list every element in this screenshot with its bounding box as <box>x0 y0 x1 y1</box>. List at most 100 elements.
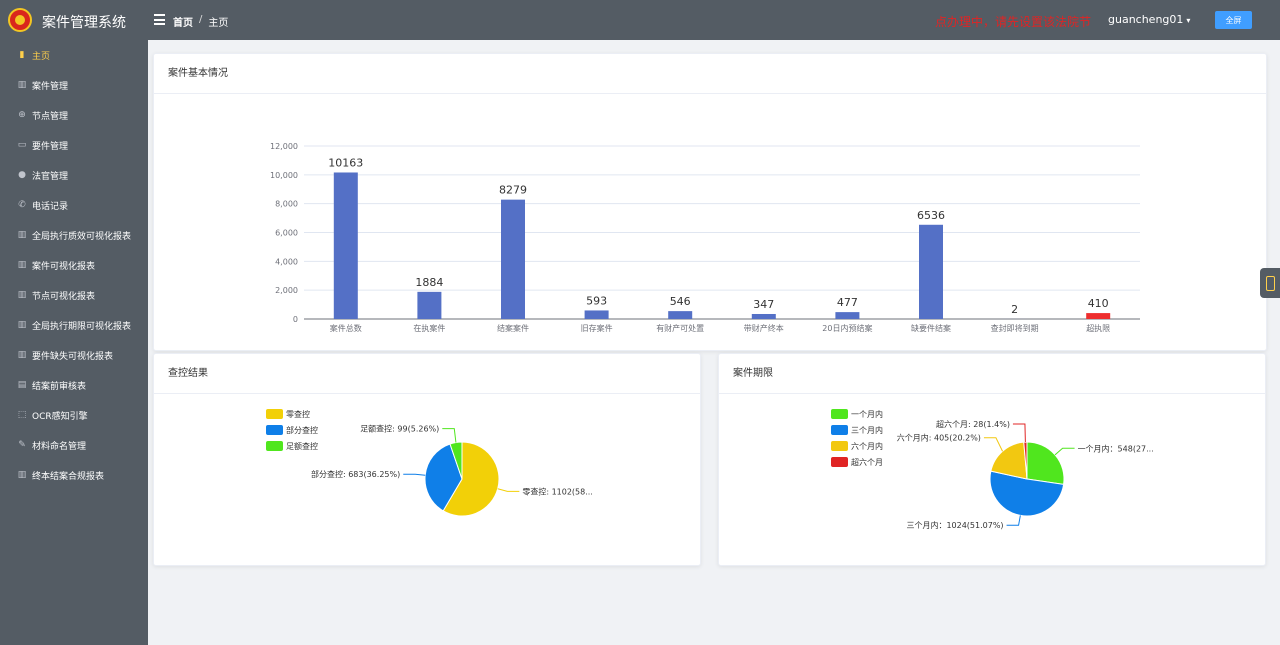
sidebar-item-label: 电话记录 <box>32 201 69 212</box>
pie-slice-0 <box>1026 441 1065 485</box>
breadcrumb-separator: / <box>199 14 203 25</box>
y-tick-label: 8,000 <box>275 200 298 209</box>
pie-label-line <box>497 488 520 492</box>
sidebar-item-8[interactable]: ▥ 节点可视化报表 <box>0 280 148 310</box>
sidebar-item-13[interactable]: ✎ 材料命名管理 <box>0 430 148 460</box>
bar-chart-icon: ▥ <box>17 230 27 240</box>
edit-icon: ✎ <box>18 440 26 450</box>
sidebar-item-3[interactable]: ▭ 要件管理 <box>0 130 148 160</box>
y-tick-label: 12,000 <box>270 142 298 151</box>
chevron-down-icon: ▾ <box>1186 16 1191 25</box>
legend-label: 足额查控 <box>286 441 318 451</box>
sidebar-item-label: 结案前审核表 <box>32 381 87 392</box>
sidebar-item-label: 要件管理 <box>32 141 69 152</box>
sidebar-item-label: 节点管理 <box>32 111 69 122</box>
legend-swatch <box>266 425 283 435</box>
bar-value-label: 2 <box>1011 303 1018 316</box>
legend-label: 零查控 <box>286 409 310 419</box>
breadcrumb: 首页 / 主页 <box>173 14 228 29</box>
control-result-pie-chart: 零查控部分查控足额查控零查控: 1102(58... 部分查控: 683(36.2… <box>266 409 593 517</box>
bar-0 <box>333 172 358 319</box>
sidebar-item-0[interactable]: ▮ 主页 <box>0 40 148 70</box>
x-tick-label: 结案案件 <box>497 323 529 333</box>
pie-label: 超六个月: 28(1.4%) <box>936 419 1010 429</box>
sidebar-item-14[interactable]: ▥ 终本结案合规报表 <box>0 460 148 490</box>
legend-label: 六个月内 <box>851 441 883 451</box>
legend-label: 一个月内 <box>851 409 883 419</box>
sidebar-item-5[interactable]: ✆ 电话记录 <box>0 190 148 220</box>
pie-label: 足额查控: 99(5.26%) <box>360 424 439 434</box>
bar-value-label: 546 <box>670 295 691 308</box>
pie-label: 六个月内: 405(20.2%) <box>897 433 981 443</box>
app-title: 案件管理系统 <box>42 15 126 31</box>
case-basic-card: 案件基本情况 0 2,000 4,000 6,000 8,000 10,000 12,000… <box>153 53 1267 351</box>
bar-chart-icon: ▥ <box>17 470 27 480</box>
sidebar-item-10[interactable]: ▥ 要件缺失可视化报表 <box>0 340 148 370</box>
phone-icon: ✆ <box>18 200 26 210</box>
legend-label: 超六个月 <box>851 457 883 467</box>
pie-label-line <box>442 428 457 443</box>
sidebar-item-label: 要件缺失可视化报表 <box>32 351 114 362</box>
sidebar-item-1[interactable]: ▥ 案件管理 <box>0 70 148 100</box>
bar-2 <box>501 199 525 319</box>
legend-swatch <box>831 409 848 419</box>
y-tick-label: 10,000 <box>270 171 298 180</box>
menu-toggle-icon[interactable] <box>154 14 165 25</box>
sidebar-item-12[interactable]: ⬚ OCR感知引擎 <box>0 400 148 430</box>
bar-3 <box>584 310 609 319</box>
sidebar-item-label: 案件可视化报表 <box>32 261 96 272</box>
x-tick-label: 案件总数 <box>330 323 362 333</box>
scan-icon: ⬚ <box>17 410 27 420</box>
sidebar-item-7[interactable]: ▥ 案件可视化报表 <box>0 250 148 280</box>
sidebar-item-4[interactable]: ● 法官管理 <box>0 160 148 190</box>
legend-label: 部分查控 <box>286 425 318 435</box>
fullscreen-button[interactable]: 全屏 <box>1215 11 1252 29</box>
pie-label-line <box>1012 423 1026 443</box>
legend-swatch <box>831 457 848 467</box>
breadcrumb-home-link[interactable]: 首页 <box>173 14 193 29</box>
library-icon: ▥ <box>17 80 27 90</box>
case-term-card: 案件期限 一个月内 三个月内 六个月内 超六个月 一个月内：548(27... 三个月内：… <box>718 353 1266 566</box>
pie-label: 三个月内：1024(51.07%) <box>906 520 1003 530</box>
sidebar-item-label: 主页 <box>32 51 51 62</box>
sidebar-item-label: 全局执行期限可视化报表 <box>32 321 132 332</box>
control-result-card: 查控结果 零查控 部分查控 足额查控 零查控: 1102(58... 部分查控: 683… <box>153 353 701 566</box>
sidebar-item-2[interactable]: ⊕ 节点管理 <box>0 100 148 130</box>
sidebar-item-label: 全局执行质效可视化报表 <box>32 231 132 242</box>
x-tick-label: 旧存案件 <box>581 323 613 333</box>
pie-label: 部分查控: 683(36.25%) <box>311 469 400 479</box>
x-tick-label: 缺要件结案 <box>911 323 951 333</box>
user-dropdown[interactable]: guancheng01 ▾ <box>1108 13 1190 26</box>
case-term-pie-chart: 一个月内三个月内六个月内超六个月 一个月内：548(27... 三个月内：1024(… <box>831 409 1154 530</box>
bar-value-label: 410 <box>1088 297 1109 310</box>
pie-label-line <box>983 437 1003 452</box>
court-node-notice: 点办理中，请先设置该法院节 <box>935 15 1092 29</box>
sidebar-item-label: 节点可视化报表 <box>32 291 96 302</box>
y-tick-label: 6,000 <box>275 229 298 238</box>
x-tick-label: 查封即将到期 <box>991 323 1039 333</box>
sidebar-item-11[interactable]: ▤ 结案前审核表 <box>0 370 148 400</box>
floating-side-tab[interactable] <box>1260 268 1280 298</box>
top-navbar: 案件管理系统 首页 / 主页 点办理中，请先设置该法院节 guancheng01… <box>0 0 1280 40</box>
book-icon: ▮ <box>19 50 25 60</box>
legend-swatch <box>266 409 283 419</box>
x-tick-label: 带财产终本 <box>744 323 784 333</box>
sidebar-item-6[interactable]: ▥ 全局执行质效可视化报表 <box>0 220 148 250</box>
bar-value-label: 8279 <box>499 184 527 197</box>
sidebar-item-label: 材料命名管理 <box>32 441 87 452</box>
sidebar-item-label: 法官管理 <box>32 171 69 182</box>
pie-label-line <box>1006 515 1021 526</box>
bar-value-label: 593 <box>586 294 607 307</box>
bar-7 <box>919 224 943 319</box>
y-tick-label: 4,000 <box>275 257 298 266</box>
document-icon: ▤ <box>17 380 27 390</box>
sidebar-item-9[interactable]: ▥ 全局执行期限可视化报表 <box>0 310 148 340</box>
x-tick-label: 有财产可处置 <box>656 323 704 333</box>
bar-value-label: 347 <box>753 298 774 311</box>
bar-chart-icon: ▥ <box>17 350 27 360</box>
sidebar-item-label: 终本结案合规报表 <box>32 471 105 482</box>
pie-label: 一个月内：548(27... <box>1078 443 1154 453</box>
legend-swatch <box>266 441 283 451</box>
x-tick-label: 超执限 <box>1086 323 1110 333</box>
bar-4 <box>668 311 693 319</box>
